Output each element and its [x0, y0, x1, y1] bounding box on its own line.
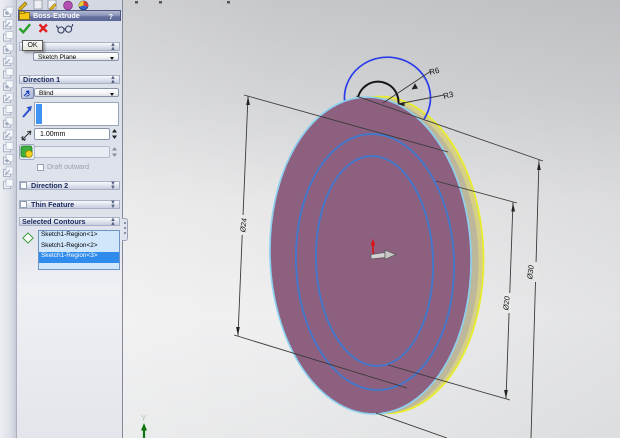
- svg-text:R6: R6: [428, 66, 441, 77]
- svg-text:Ø24: Ø24: [238, 217, 248, 233]
- svg-text:Ø30: Ø30: [525, 264, 535, 280]
- svg-text:Y: Y: [141, 414, 147, 423]
- svg-text:Ø20: Ø20: [501, 295, 511, 311]
- svg-text:R3: R3: [442, 90, 455, 101]
